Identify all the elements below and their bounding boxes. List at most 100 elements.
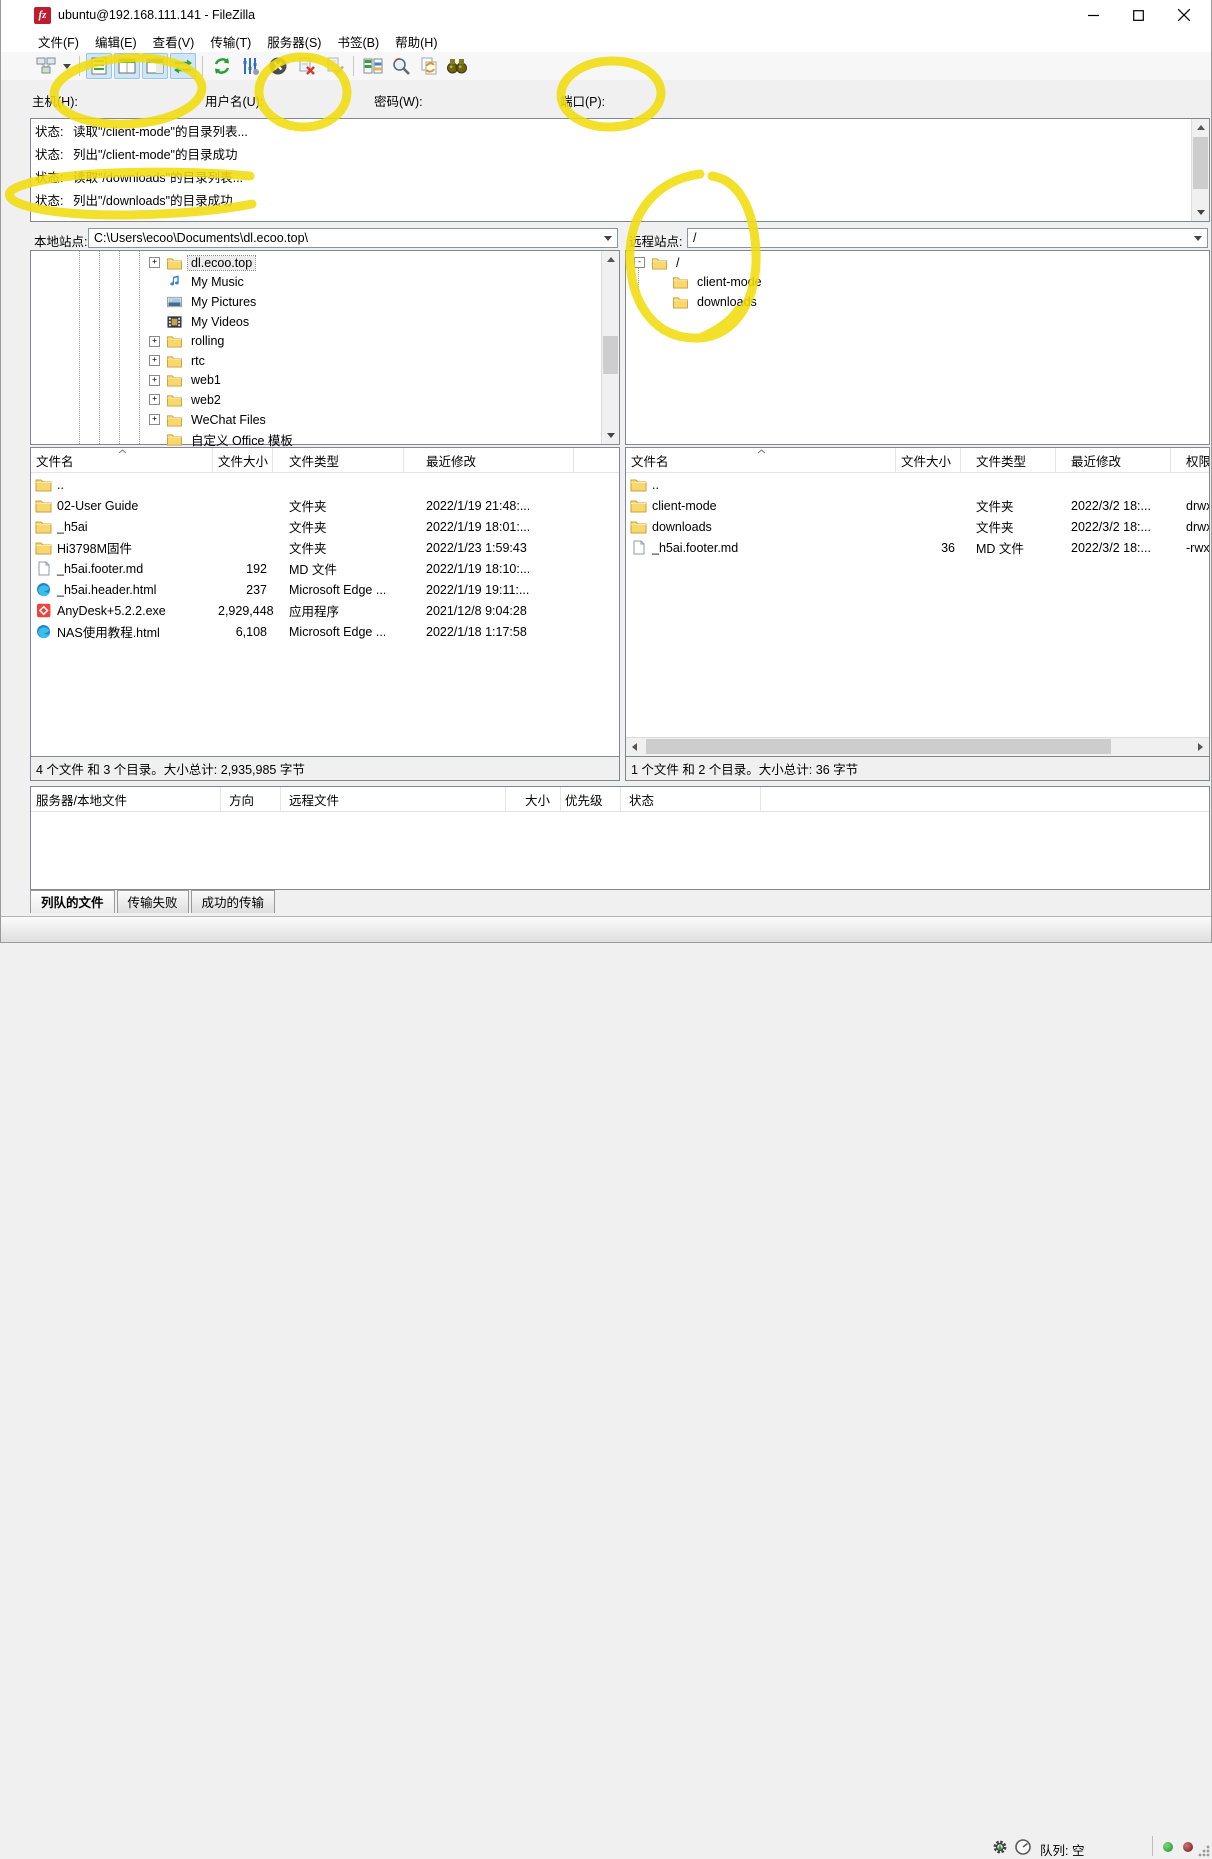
reconnect-button[interactable] [321, 53, 347, 79]
scroll-right-icon[interactable] [1192, 738, 1209, 755]
site-manager-dropdown[interactable] [60, 54, 74, 78]
column-permissions[interactable]: 权限 [1171, 448, 1209, 472]
minimize-button[interactable] [1071, 0, 1116, 30]
directory-comparison-button[interactable] [360, 53, 386, 79]
expand-icon[interactable]: + [149, 375, 160, 386]
scroll-up-icon[interactable] [1192, 119, 1209, 136]
local-file-row[interactable]: AnyDesk+5.2.2.exe2,929,448应用程序2021/12/8 … [31, 600, 619, 621]
remote-file-row[interactable]: _h5ai.footer.md36MD 文件2022/3/2 18:...-rw… [626, 537, 1209, 558]
expand-icon[interactable]: + [149, 257, 160, 268]
log-scrollbar[interactable] [1191, 119, 1209, 221]
column-filesize[interactable]: 文件大小 [896, 448, 961, 472]
column-priority[interactable]: 优先级 [561, 787, 621, 811]
column-direction[interactable]: 方向 [221, 787, 281, 811]
remote-file-row[interactable]: downloads文件夹2022/3/2 18:...drwxrwxrwx [626, 516, 1209, 537]
column-status[interactable]: 状态 [621, 787, 761, 811]
local-file-row[interactable]: _h5ai文件夹2022/1/19 18:01:... [31, 516, 619, 537]
site-manager-button[interactable] [33, 53, 59, 79]
column-size[interactable]: 大小 [506, 787, 561, 811]
remote-tree-item[interactable]: client-mode [634, 273, 1205, 293]
local-tree-item[interactable]: My Videos [149, 312, 599, 332]
menu-transfer[interactable]: 传输(T) [202, 30, 259, 53]
local-file-row[interactable]: _h5ai.header.html237Microsoft Edge ...20… [31, 579, 619, 600]
local-path-combo[interactable]: C:\Users\ecoo\Documents\dl.ecoo.top\ [88, 228, 618, 248]
local-file-row[interactable]: Hi3798M固件文件夹2022/1/23 1:59:43 [31, 537, 619, 558]
speed-limit-gauge-icon[interactable] [1014, 1838, 1032, 1856]
menu-bookmarks[interactable]: 书签(B) [329, 30, 387, 53]
disconnect-button[interactable] [293, 53, 319, 79]
remote-path-combo[interactable]: / [687, 228, 1208, 248]
toggle-remote-tree-button[interactable] [142, 53, 168, 79]
menu-view[interactable]: 查看(V) [145, 30, 203, 53]
column-filetype[interactable]: 文件类型 [961, 448, 1056, 472]
menu-help[interactable]: 帮助(H) [387, 30, 445, 53]
column-filename[interactable]: 文件名 [626, 448, 896, 472]
transfer-mode-gear-icon[interactable] [991, 1838, 1009, 1856]
cancel-button[interactable] [265, 53, 291, 79]
menu-server[interactable]: 服务器(S) [259, 30, 329, 53]
column-filetype[interactable]: 文件类型 [273, 448, 404, 472]
remote-file-row[interactable]: .. [626, 474, 1209, 495]
toggle-local-tree-button[interactable] [114, 53, 140, 79]
column-filesize[interactable]: 文件大小 [213, 448, 273, 472]
remote-tree-pane[interactable]: -/ client-mode downloads [625, 250, 1210, 445]
close-button[interactable] [1161, 0, 1206, 30]
remote-tree-item[interactable]: -/ [634, 253, 1205, 273]
refresh-button[interactable] [209, 53, 235, 79]
remote-hscrollbar[interactable] [626, 737, 1209, 756]
binoculars-button[interactable] [444, 53, 470, 79]
local-tree-item[interactable]: +WeChat Files [149, 410, 599, 430]
synchronized-browsing-button[interactable] [416, 53, 442, 79]
local-tree-item[interactable]: +rtc [149, 351, 599, 371]
column-server-local-file[interactable]: 服务器/本地文件 [31, 787, 221, 811]
filter-button[interactable] [237, 53, 263, 79]
local-tree-item[interactable]: +web1 [149, 371, 599, 391]
column-filename[interactable]: 文件名 [31, 448, 213, 472]
message-log-pane[interactable]: 状态:读取"/client-mode"的目录列表... 状态:列出"/clien… [30, 118, 1210, 222]
title-bar: fz ubuntu@192.168.111.141 - FileZilla [0, 0, 1212, 30]
expand-icon[interactable]: + [149, 355, 160, 366]
remote-file-list-pane[interactable]: 文件名 文件大小 文件类型 最近修改 权限 .. client-mode文件夹2… [625, 447, 1210, 757]
resize-grip[interactable] [1198, 1845, 1210, 1857]
find-files-button[interactable] [388, 53, 414, 79]
maximize-button[interactable] [1116, 0, 1161, 30]
column-remote-file[interactable]: 远程文件 [281, 787, 506, 811]
local-file-list-pane[interactable]: 文件名 文件大小 文件类型 最近修改 .. 02-User Guide文件夹20… [30, 447, 620, 757]
local-tree-pane[interactable]: +dl.ecoo.top My Music My Pictures My Vid… [30, 250, 620, 445]
scroll-down-icon[interactable] [602, 427, 619, 444]
local-file-row[interactable]: 02-User Guide文件夹2022/1/19 21:48:... [31, 495, 619, 516]
local-tree-item[interactable]: +web2 [149, 390, 599, 410]
remote-file-row[interactable]: client-mode文件夹2022/3/2 18:...drwxr-xr-x [626, 495, 1209, 516]
remote-hscrollbar-thumb[interactable] [646, 739, 1111, 754]
scroll-up-icon[interactable] [602, 251, 619, 268]
local-tree-item[interactable]: My Music [149, 273, 599, 293]
transfer-queue-pane[interactable]: 服务器/本地文件 方向 远程文件 大小 优先级 状态 [30, 786, 1210, 890]
local-tree-scrollbar-thumb[interactable] [603, 336, 618, 374]
menu-file[interactable]: 文件(F) [30, 30, 87, 53]
local-tree-scrollbar[interactable] [601, 251, 619, 444]
tab-queued-files[interactable]: 列队的文件 [30, 890, 115, 913]
column-modified[interactable]: 最近修改 [404, 448, 574, 472]
expand-icon[interactable]: + [149, 394, 160, 405]
expand-icon[interactable]: - [634, 257, 645, 268]
scroll-left-icon[interactable] [626, 738, 643, 755]
local-tree-item[interactable]: +dl.ecoo.top [149, 253, 599, 273]
tab-failed-transfers[interactable]: 传输失败 [117, 890, 189, 913]
scroll-down-icon[interactable] [1192, 204, 1209, 221]
menu-edit[interactable]: 编辑(E) [87, 30, 145, 53]
local-file-row[interactable]: .. [31, 474, 619, 495]
local-tree-item[interactable]: +rolling [149, 331, 599, 351]
folder-icon [651, 256, 668, 270]
column-modified[interactable]: 最近修改 [1056, 448, 1171, 472]
toggle-message-log-button[interactable] [86, 53, 112, 79]
expand-icon[interactable]: + [149, 414, 160, 425]
remote-tree-item[interactable]: downloads [634, 292, 1205, 312]
tab-successful-transfers[interactable]: 成功的传输 [191, 890, 276, 913]
toggle-transfer-queue-button[interactable] [170, 53, 196, 79]
expand-icon[interactable]: + [149, 336, 160, 347]
local-tree-item[interactable]: 自定义 Office 模板 [149, 429, 599, 449]
log-scrollbar-thumb[interactable] [1193, 137, 1208, 189]
local-tree-item[interactable]: My Pictures [149, 292, 599, 312]
local-file-row[interactable]: _h5ai.footer.md192MD 文件2022/1/19 18:10:.… [31, 558, 619, 579]
local-file-row[interactable]: NAS使用教程.html6,108Microsoft Edge ...2022/… [31, 621, 619, 642]
